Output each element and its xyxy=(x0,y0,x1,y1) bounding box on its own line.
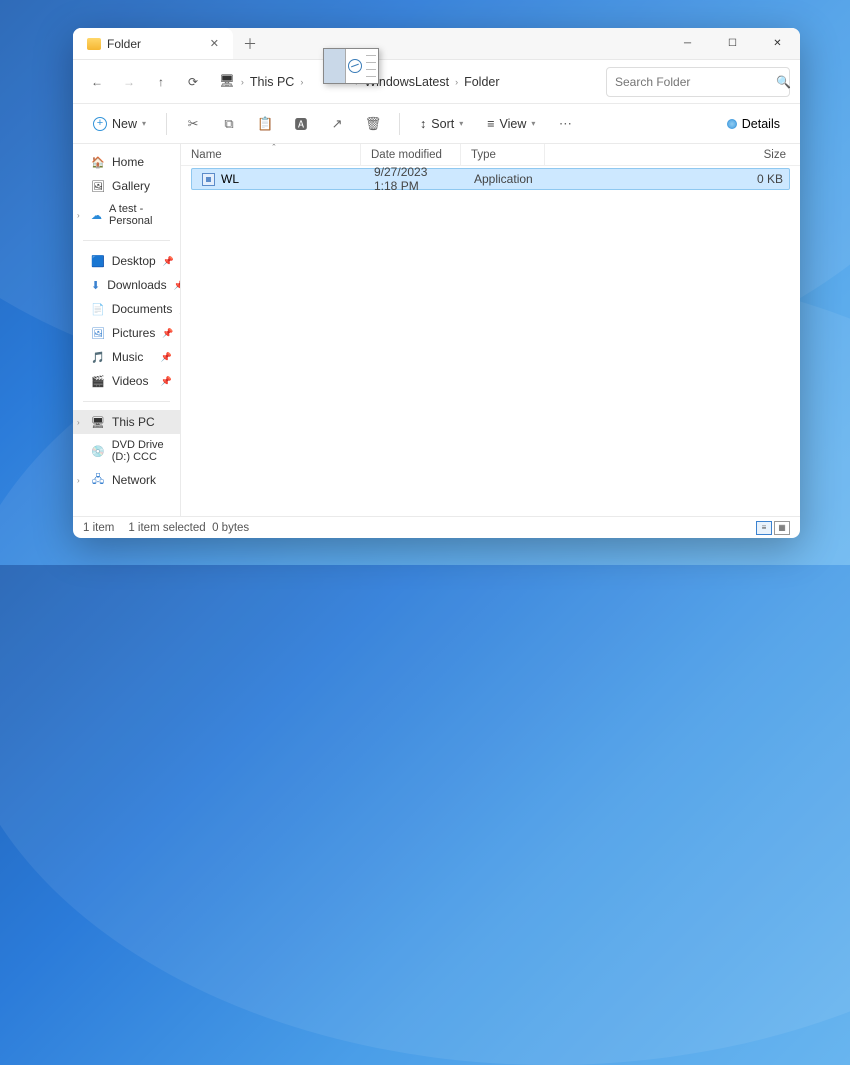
pictures-icon: 🖼 xyxy=(91,326,105,340)
file-row[interactable]: WL 9/27/2023 1:18 PM Application 0 KB xyxy=(191,168,790,190)
minimize-button[interactable]: ─ xyxy=(665,28,710,59)
sidebar-item-home[interactable]: 🏠Home xyxy=(73,150,180,174)
search-input[interactable] xyxy=(615,75,770,89)
breadcrumb[interactable]: 🖥 › This PC › › WindowsLatest › Folder xyxy=(211,67,602,97)
info-icon xyxy=(727,119,737,129)
pin-icon: 📌 xyxy=(174,280,181,291)
pc-icon: 🖥 xyxy=(219,74,235,89)
download-icon: ⬇ xyxy=(91,278,100,292)
pin-icon: 📌 xyxy=(162,328,173,339)
thumbnails-view-toggle[interactable]: ▦ xyxy=(774,521,790,535)
tab-active[interactable]: Folder ✕ xyxy=(73,28,233,59)
blocked-icon xyxy=(348,59,362,73)
pc-icon: 🖥 xyxy=(91,415,105,429)
sidebar-item-gallery[interactable]: 🖼Gallery xyxy=(73,174,180,198)
refresh-button[interactable]: ⟳ xyxy=(179,68,207,96)
file-list[interactable]: WL 9/27/2023 1:18 PM Application 0 KB xyxy=(181,166,800,516)
sidebar-item-dvd[interactable]: 💿DVD Drive (D:) CCC xyxy=(73,434,180,468)
compat-badge xyxy=(323,48,379,84)
application-icon xyxy=(202,173,215,186)
chevron-right-icon: › xyxy=(241,77,244,87)
sidebar-item-network[interactable]: ›🖧Network xyxy=(73,468,180,492)
details-button[interactable]: Details xyxy=(719,113,788,135)
disc-icon: 💿 xyxy=(91,444,105,458)
search-icon[interactable]: 🔍 xyxy=(776,75,791,89)
chevron-down-icon: ▾ xyxy=(531,119,535,128)
view-icon: ≡ xyxy=(487,117,494,131)
column-type[interactable]: Type xyxy=(461,144,545,165)
breadcrumb-item[interactable]: This PC xyxy=(250,75,294,89)
column-size[interactable]: Size xyxy=(545,144,800,165)
new-tab-button[interactable]: ＋ xyxy=(233,28,267,59)
back-button[interactable]: ← xyxy=(83,68,111,96)
tab-close-button[interactable]: ✕ xyxy=(206,35,223,52)
explorer-window: Folder ✕ ＋ ─ ☐ ✕ ← → ↑ ⟳ 🖥 › This PC › ›… xyxy=(73,28,800,538)
plus-icon: + xyxy=(93,117,107,131)
paste-button[interactable]: 📋 xyxy=(251,110,279,138)
up-button[interactable]: ↑ xyxy=(147,68,175,96)
sidebar: 🏠Home 🖼Gallery ›☁A test - Personal 🟦Desk… xyxy=(73,144,181,516)
navbar: ← → ↑ ⟳ 🖥 › This PC › › WindowsLatest › … xyxy=(73,60,800,104)
gallery-icon: 🖼 xyxy=(91,179,105,193)
sort-indicator-icon: ⌃ xyxy=(271,144,277,151)
network-icon: 🖧 xyxy=(91,473,105,487)
search-box[interactable]: 🔍 xyxy=(606,67,790,97)
share-button[interactable]: ↗ xyxy=(323,110,351,138)
sidebar-item-documents[interactable]: 📄Documents📌 xyxy=(73,297,180,321)
chevron-right-icon: › xyxy=(77,418,80,427)
sidebar-item-desktop[interactable]: 🟦Desktop📌 xyxy=(73,249,180,273)
pin-icon: 📌 xyxy=(161,352,172,363)
chevron-right-icon: › xyxy=(455,77,458,87)
video-icon: 🎬 xyxy=(91,374,105,388)
cut-button[interactable]: ✂ xyxy=(179,110,207,138)
rename-button[interactable]: 🅰 xyxy=(287,110,315,138)
new-button[interactable]: + New ▾ xyxy=(85,113,154,135)
cloud-icon: ☁ xyxy=(91,208,102,222)
delete-button[interactable]: 🗑 xyxy=(359,110,387,138)
sidebar-item-videos[interactable]: 🎬Videos📌 xyxy=(73,369,180,393)
titlebar: Folder ✕ ＋ ─ ☐ ✕ xyxy=(73,28,800,60)
maximize-button[interactable]: ☐ xyxy=(710,28,755,59)
sort-icon: ↕ xyxy=(420,117,426,131)
pin-icon: 📌 xyxy=(163,256,174,267)
toolbar: + New ▾ ✂ ⧉ 📋 🅰 ↗ 🗑 ↕ Sort ▾ ≡ View ▾ ⋯ … xyxy=(73,104,800,144)
sidebar-item-thispc[interactable]: ›🖥This PC xyxy=(73,410,180,434)
desktop-icon: 🟦 xyxy=(91,254,105,268)
document-icon: 📄 xyxy=(91,302,105,316)
chevron-right-icon: › xyxy=(300,77,303,87)
sidebar-item-music[interactable]: 🎵Music📌 xyxy=(73,345,180,369)
sidebar-item-downloads[interactable]: ⬇Downloads📌 xyxy=(73,273,180,297)
chevron-down-icon: ▾ xyxy=(142,119,146,128)
folder-icon xyxy=(87,38,101,50)
chevron-right-icon: › xyxy=(77,211,80,220)
details-view-toggle[interactable]: ≡ xyxy=(756,521,772,535)
status-selected: 1 item selected 0 bytes xyxy=(128,522,249,534)
home-icon: 🏠 xyxy=(91,155,105,169)
copy-button[interactable]: ⧉ xyxy=(215,110,243,138)
pin-icon: 📌 xyxy=(161,376,172,387)
column-headers: ⌃ Name Date modified Type Size xyxy=(181,144,800,166)
close-button[interactable]: ✕ xyxy=(755,28,800,59)
sidebar-item-pictures[interactable]: 🖼Pictures📌 xyxy=(73,321,180,345)
sort-button[interactable]: ↕ Sort ▾ xyxy=(412,113,471,135)
chevron-right-icon: › xyxy=(77,476,80,485)
sidebar-item-onedrive[interactable]: ›☁A test - Personal xyxy=(73,198,180,232)
breadcrumb-item[interactable]: Folder xyxy=(464,75,499,89)
forward-button[interactable]: → xyxy=(115,68,143,96)
chevron-down-icon: ▾ xyxy=(459,119,463,128)
more-button[interactable]: ⋯ xyxy=(551,110,579,138)
status-count: 1 item xyxy=(83,522,114,534)
content-area: ⌃ Name Date modified Type Size WL 9/27/2… xyxy=(181,144,800,516)
status-bar: 1 item 1 item selected 0 bytes ≡ ▦ xyxy=(73,516,800,538)
tab-title: Folder xyxy=(107,37,141,51)
view-button[interactable]: ≡ View ▾ xyxy=(479,113,543,135)
column-date[interactable]: Date modified xyxy=(361,144,461,165)
music-icon: 🎵 xyxy=(91,350,105,364)
